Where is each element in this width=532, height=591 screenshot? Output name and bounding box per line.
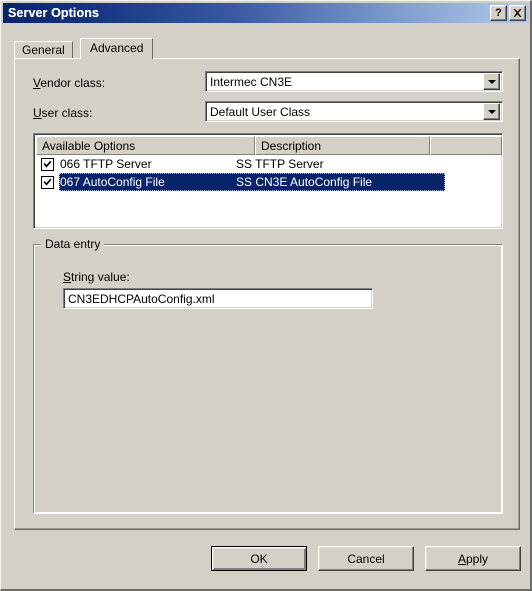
option-checkbox[interactable] bbox=[41, 157, 54, 171]
available-options-list[interactable]: Available Options Description 066 TFTP S… bbox=[33, 133, 503, 229]
string-value-text: CN3EDHCPAutoConfig.xml bbox=[68, 291, 215, 306]
user-class-combo[interactable]: Default User Class bbox=[205, 101, 503, 122]
string-value-label: String value: bbox=[63, 270, 130, 284]
apply-button-label: Apply bbox=[458, 552, 488, 566]
user-class-label-rest: ser class: bbox=[41, 106, 93, 120]
check-icon bbox=[43, 160, 52, 168]
ok-button[interactable]: OK bbox=[211, 546, 307, 571]
vendor-class-label-rest: endor class: bbox=[40, 76, 106, 90]
tab-general[interactable]: General bbox=[14, 41, 73, 59]
list-header-row: Available Options Description bbox=[36, 136, 502, 155]
data-entry-group-inner-border bbox=[34, 245, 502, 513]
column-header-description[interactable]: Description bbox=[255, 136, 430, 155]
user-class-accel: U bbox=[33, 106, 42, 120]
tab-strip: General Advanced bbox=[14, 38, 520, 59]
user-class-value: Default User Class bbox=[210, 104, 311, 119]
user-class-label: User class: bbox=[33, 106, 92, 120]
table-row[interactable]: 066 TFTP Server SS TFTP Server bbox=[36, 155, 502, 173]
chevron-down-glyph bbox=[487, 79, 496, 84]
column-header-available-options[interactable]: Available Options bbox=[36, 136, 255, 155]
window-title: Server Options bbox=[8, 6, 100, 20]
vendor-class-value: Intermec CN3E bbox=[210, 74, 293, 89]
chevron-down-icon[interactable] bbox=[483, 103, 500, 120]
string-value-label-rest: tring value: bbox=[71, 270, 130, 284]
ok-button-label: OK bbox=[250, 551, 268, 566]
tab-advanced[interactable]: Advanced bbox=[80, 38, 154, 59]
cancel-button[interactable]: Cancel bbox=[318, 546, 414, 571]
list-rows: 066 TFTP Server SS TFTP Server 067 AutoC… bbox=[36, 155, 502, 191]
chevron-down-glyph bbox=[487, 109, 496, 114]
table-row[interactable]: 067 AutoConfig File SS CN3E AutoConfig F… bbox=[36, 173, 502, 191]
column-header-available-options-label: Available Options bbox=[42, 138, 136, 153]
close-icon[interactable] bbox=[509, 5, 526, 21]
column-header-description-label: Description bbox=[261, 138, 322, 153]
help-glyph: ? bbox=[495, 6, 502, 19]
cancel-button-label: Cancel bbox=[347, 551, 385, 566]
column-header-blank[interactable] bbox=[430, 136, 502, 155]
server-options-dialog: Server Options ? General Advanced Vendor… bbox=[0, 0, 532, 591]
tab-general-label: General bbox=[22, 43, 65, 57]
string-value-accel: S bbox=[63, 270, 72, 284]
option-description: SS CN3E AutoConfig File bbox=[236, 175, 373, 189]
vendor-class-combo[interactable]: Intermec CN3E bbox=[205, 71, 503, 92]
check-icon bbox=[43, 178, 52, 186]
apply-button[interactable]: Apply bbox=[425, 546, 521, 571]
data-entry-group bbox=[33, 244, 503, 514]
help-icon[interactable]: ? bbox=[490, 5, 507, 21]
data-entry-group-title: Data entry bbox=[41, 237, 105, 251]
title-bar[interactable]: Server Options ? bbox=[3, 3, 529, 23]
string-value-input[interactable]: CN3EDHCPAutoConfig.xml bbox=[63, 288, 373, 309]
apply-accel: A bbox=[457, 551, 466, 566]
option-checkbox[interactable] bbox=[41, 175, 54, 189]
apply-label-rest: pply bbox=[466, 551, 489, 566]
option-name: 067 AutoConfig File bbox=[60, 175, 165, 189]
option-description: SS TFTP Server bbox=[236, 157, 324, 171]
chevron-down-icon[interactable] bbox=[483, 73, 500, 90]
tab-advanced-label: Advanced bbox=[90, 41, 144, 55]
advanced-tab-panel: Vendor class: Intermec CN3E User class: … bbox=[14, 58, 520, 530]
vendor-class-label: Vendor class: bbox=[33, 76, 105, 90]
close-glyph bbox=[513, 9, 522, 17]
option-name: 066 TFTP Server bbox=[60, 157, 152, 171]
